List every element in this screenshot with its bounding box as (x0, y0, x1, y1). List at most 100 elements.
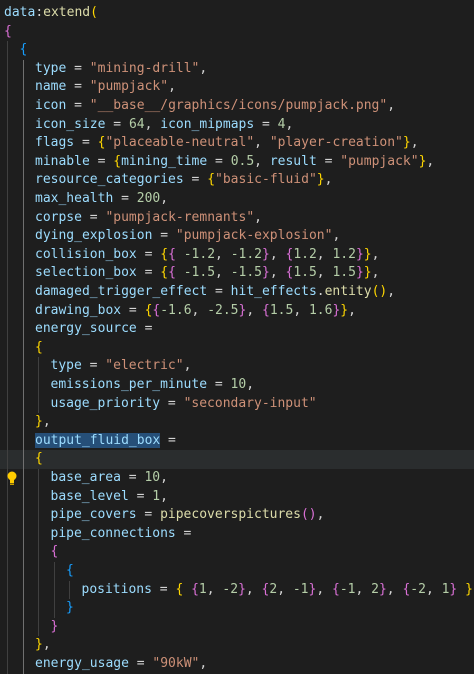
indent-guide (53, 599, 55, 618)
code-token: pipe_covers (50, 507, 137, 523)
code-token: } (316, 172, 325, 188)
code-line[interactable]: } (0, 617, 474, 637)
code-line[interactable]: { (0, 338, 474, 358)
code-token: = (136, 321, 153, 337)
code-line[interactable]: minable = {mining_time = 0.5, result = "… (0, 152, 474, 172)
code-text: icon_size = 64, icon_mipmaps = 4, (35, 116, 293, 135)
code-token: 64 (128, 116, 145, 132)
indent-guide (7, 376, 8, 395)
indent-guide (22, 152, 24, 172)
code-line[interactable]: energy_source = (0, 320, 474, 339)
code-line[interactable]: flags = {"placeable-neutral", "player-cr… (0, 134, 474, 153)
code-line[interactable]: output_fluid_box = (0, 431, 474, 451)
code-token: 1.5 (269, 302, 294, 318)
code-token: , (386, 581, 403, 597)
code-token: = (66, 98, 90, 113)
code-token: , (199, 60, 208, 76)
indent-guide (7, 208, 8, 228)
code-text: output_fluid_box = (35, 432, 176, 451)
code-token: result (269, 153, 317, 169)
code-line[interactable]: type = "mining-drill", (0, 59, 474, 79)
code-token: , (316, 507, 325, 523)
indent-guide (7, 264, 8, 283)
code-token: , (285, 116, 294, 132)
code-token: { (113, 153, 122, 169)
code-token: entity (324, 284, 372, 299)
code-text: } (51, 618, 59, 637)
indent-guide (38, 394, 39, 414)
code-token: , (387, 284, 396, 299)
code-line[interactable]: base_area = 10, (0, 469, 474, 488)
code-line[interactable]: { (0, 450, 474, 469)
indent-guide (22, 655, 24, 674)
code-line[interactable]: usage_priority = "secondary-input" (0, 394, 474, 414)
code-line[interactable]: pipe_covers = pipecoverspictures(), (0, 506, 474, 525)
code-line[interactable]: { (0, 41, 474, 60)
code-line[interactable]: energy_usage = "90kW", (0, 655, 474, 674)
code-token: , (160, 191, 169, 206)
code-token: , (254, 135, 270, 151)
code-token: } (35, 414, 43, 430)
code-line[interactable]: selection_box = {{ -1.5, -1.5}, {1.5, 1.… (0, 264, 474, 283)
code-line[interactable]: name = "pumpjack", (0, 78, 474, 97)
code-token: , (42, 414, 51, 430)
code-line[interactable]: { (0, 543, 474, 562)
code-line[interactable]: icon_size = 64, icon_mipmaps = 4, (0, 115, 474, 135)
indent-guide (38, 506, 39, 525)
indent-guide (22, 59, 24, 79)
code-token: } (363, 265, 372, 281)
code-token: = (175, 525, 192, 541)
code-token: = (207, 377, 231, 392)
indent-guide (22, 524, 24, 544)
indent-guide (22, 562, 24, 581)
code-token: output_fluid_box (35, 432, 161, 448)
code-line[interactable]: emissions_per_minute = 10, (0, 376, 474, 395)
code-token: , (144, 116, 161, 132)
code-line[interactable]: type = "electric", (0, 357, 474, 376)
indent-guide (7, 152, 8, 172)
code-line[interactable]: pipe_connections = (0, 524, 474, 544)
code-line[interactable]: }, (0, 413, 474, 432)
code-token: { (160, 265, 169, 281)
indent-guide (22, 115, 24, 135)
code-line[interactable]: damaged_trigger_effect = hit_effects.ent… (0, 283, 474, 302)
code-line[interactable]: } (0, 599, 474, 618)
code-line[interactable]: data:extend( (0, 4, 474, 23)
code-line[interactable]: { (0, 23, 474, 42)
code-line[interactable]: base_level = 1, (0, 487, 474, 507)
indent-guide (7, 78, 8, 97)
code-token: "pumpjack" (340, 153, 419, 169)
code-line[interactable]: { (0, 562, 474, 581)
lightbulb-icon[interactable] (6, 470, 18, 486)
indent-guide (53, 562, 55, 581)
code-text: data:extend( (4, 4, 98, 23)
code-line[interactable]: icon = "__base__/graphics/icons/pumpjack… (0, 97, 474, 116)
code-token: , (160, 470, 168, 485)
code-line[interactable]: }, (0, 636, 474, 655)
indent-guide (38, 543, 39, 562)
code-token: , (42, 637, 51, 653)
code-line[interactable]: dying_explosion = "pumpjack-explosion", (0, 227, 474, 246)
indent-guide (7, 190, 8, 209)
code-line[interactable]: drawing_box = {{-1.6, -2.5}, {1.5, 1.6}}… (0, 301, 474, 321)
code-token: = (74, 135, 98, 151)
code-line[interactable]: resource_categories = {"basic-fluid"}, (0, 171, 474, 190)
indent-guide (7, 599, 8, 618)
code-token: () (371, 284, 388, 299)
indent-guide (22, 264, 24, 283)
code-line[interactable]: positions = { {1, -2}, {2, -1}, {-1, 2},… (0, 580, 474, 600)
code-token: energy_usage (35, 656, 129, 671)
indent-guide (7, 227, 8, 246)
code-editor[interactable]: data:extend({{type = "mining-drill", name… (0, 0, 474, 674)
code-token: 1.6 (308, 302, 333, 318)
code-line[interactable]: max_health = 200, (0, 190, 474, 209)
code-token: -1.2 (230, 246, 262, 262)
indent-guide (22, 97, 24, 116)
code-token: = (121, 302, 145, 318)
code-text: base_area = 10, (51, 469, 168, 488)
code-line[interactable]: collision_box = {{ -1.2, -1.2}, {1.2, 1.… (0, 245, 474, 265)
code-line[interactable]: corpse = "pumpjack-remnants", (0, 208, 474, 228)
code-token: } (378, 581, 387, 597)
indent-guide (22, 413, 24, 432)
